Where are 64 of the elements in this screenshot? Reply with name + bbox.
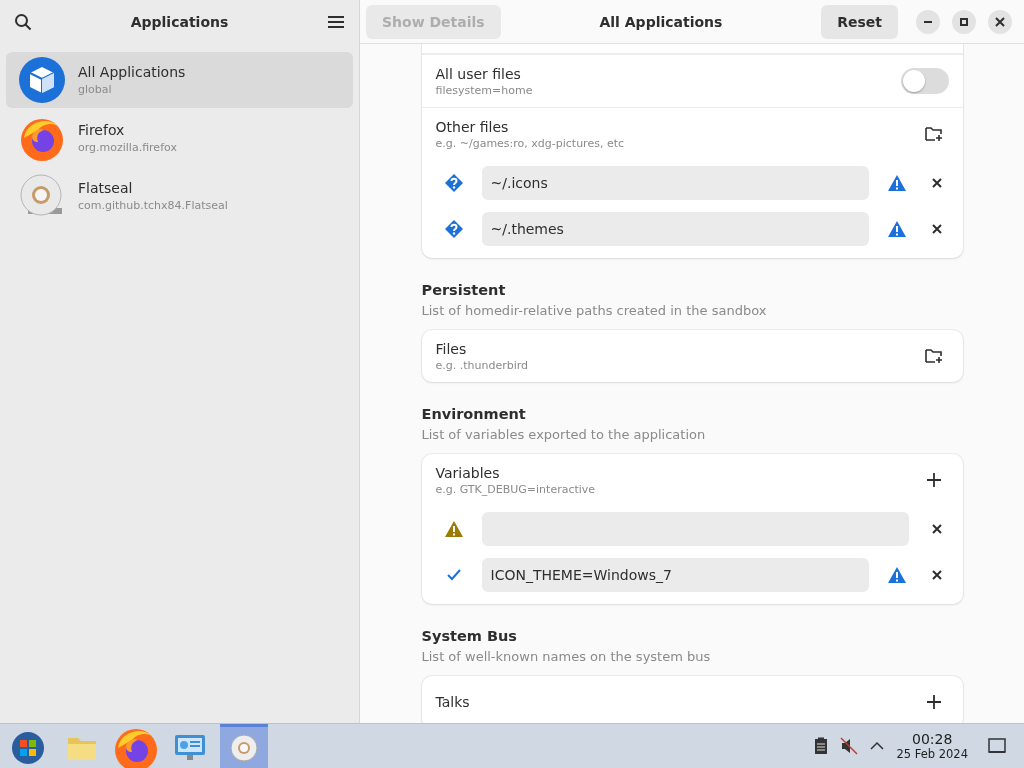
section-heading: Persistent (421, 282, 507, 298)
clock-date: 25 Feb 2024 (896, 747, 968, 761)
minimize-icon (924, 20, 932, 23)
maximize-button[interactable] (952, 9, 976, 34)
search-icon (14, 13, 32, 31)
window-title: All Applications (598, 13, 724, 30)
toggle-switch[interactable] (900, 68, 949, 94)
row-title: All user files (435, 65, 522, 82)
row-subtitle: e.g. ~/games:ro, xdg-pictures, etc (435, 136, 626, 150)
tape-roll-icon (229, 732, 259, 763)
cube-icon (18, 56, 66, 104)
close-icon (931, 524, 942, 534)
app-id: com.github.tchx84.Flatseal (78, 199, 228, 212)
checkmark-icon (446, 569, 461, 581)
app-name: Firefox (78, 122, 126, 138)
section-description: List of variables exported to the application (421, 427, 707, 442)
sidebar-title: Applications (129, 14, 230, 30)
text-field[interactable]: ICON_THEME=Windows_7 (481, 558, 869, 592)
warning-icon (887, 175, 906, 191)
row-subtitle: e.g. GTK_DEBUG=interactive (435, 482, 597, 496)
section-description: List of homedir-relative paths created in the sandbox (421, 303, 768, 318)
app-name: Flatseal (78, 180, 134, 196)
notifications-icon[interactable] (988, 738, 1006, 754)
text-field[interactable]: ~/.themes (481, 212, 869, 246)
warning-icon (444, 521, 463, 537)
app-id: org.mozilla.firefox (78, 141, 177, 154)
row-subtitle: filesystem=home (435, 83, 534, 97)
taskbar-button[interactable] (220, 724, 268, 768)
row-title: Files (435, 340, 468, 357)
chevron-up-icon[interactable] (870, 741, 885, 751)
section-description: List of well-known names on the system bus (421, 649, 712, 664)
close-button[interactable] (988, 9, 1012, 34)
close-icon (995, 16, 1005, 27)
row-subtitle: e.g. .thunderbird (435, 358, 530, 372)
menu-icon (328, 15, 344, 29)
clipboard-icon[interactable] (814, 737, 829, 755)
text-field[interactable]: ~/.icons (481, 166, 869, 200)
maximize-icon (960, 17, 968, 26)
plus-icon (925, 472, 942, 488)
clock-time: 00:28 (912, 731, 953, 747)
warning-icon (887, 567, 906, 583)
question-icon (444, 174, 463, 192)
plus-icon (925, 694, 942, 710)
row-title: Talks (435, 694, 471, 710)
minimize-button[interactable] (916, 9, 940, 34)
row-title: Other files (435, 118, 510, 135)
start-orb-icon (11, 730, 45, 765)
row-title: Variables (435, 464, 501, 481)
app-list-item[interactable]: Flatseal com.github.tchx84.Flatseal (6, 168, 353, 224)
reset-button[interactable]: Reset (821, 4, 898, 39)
app-id: global (78, 83, 113, 96)
app-list-item[interactable]: Firefox org.mozilla.firefox (6, 110, 353, 166)
question-icon (444, 220, 463, 238)
close-icon (931, 224, 942, 234)
warning-icon (887, 221, 906, 237)
close-icon (931, 178, 942, 188)
folder-plus-icon (924, 348, 943, 364)
section-heading: System Bus (421, 628, 518, 644)
app-list-item[interactable]: All Applications global (6, 52, 353, 108)
folder-plus-icon (924, 126, 943, 142)
close-icon (931, 570, 942, 580)
muted-speaker-icon[interactable] (840, 737, 859, 755)
app-name: All Applications (78, 64, 186, 80)
section-heading: Environment (421, 406, 527, 422)
